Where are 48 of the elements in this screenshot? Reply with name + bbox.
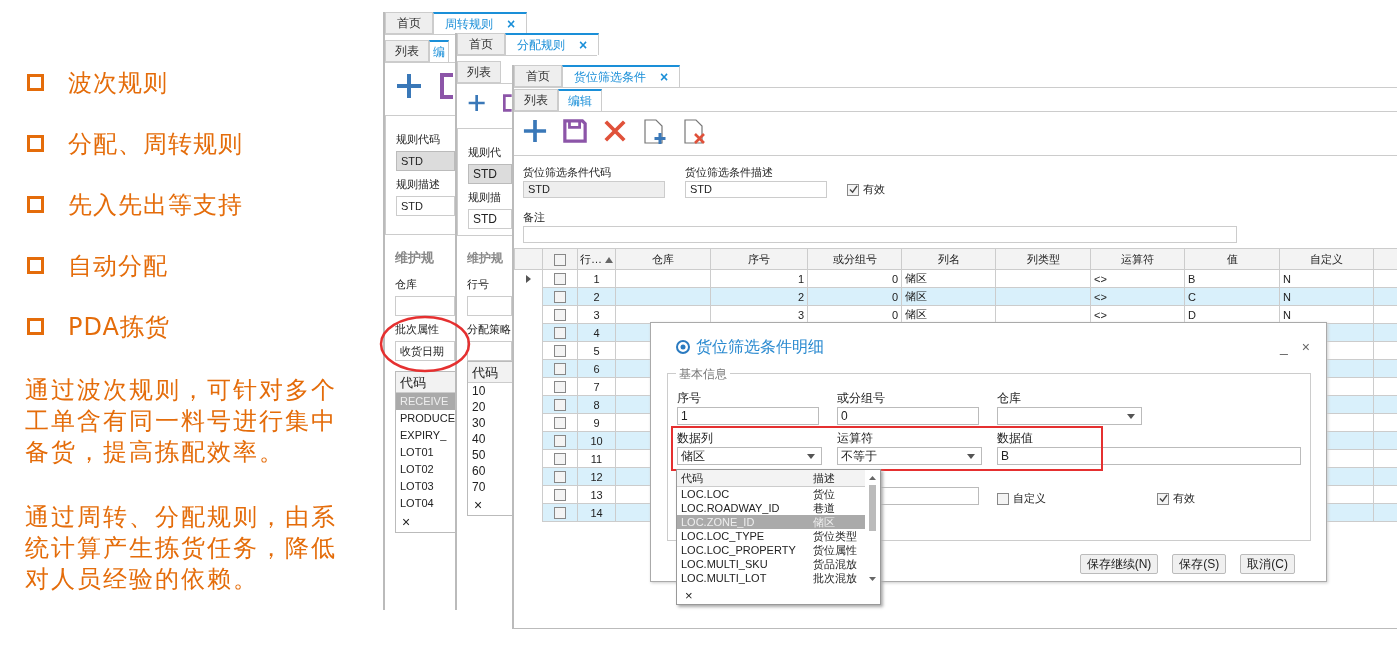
table-cell: 1 — [710, 269, 808, 288]
field-label: 规则描 — [468, 190, 502, 205]
table-cell: 3 — [577, 305, 616, 324]
bullet-text: 波次规则 — [68, 67, 168, 99]
field-label: 规则代码 — [396, 132, 441, 147]
bullet-text: 先入先出等支持 — [68, 189, 243, 221]
table-cell: 5 — [577, 341, 616, 360]
column-header: 代码 — [468, 362, 512, 383]
table-cell: 0 — [807, 269, 902, 288]
field-label: 规则代 — [468, 145, 502, 160]
table-cell: 13 — [577, 485, 616, 504]
field-label: 仓库 — [997, 391, 1021, 405]
section-title: 维护规 — [467, 250, 504, 267]
column-header: 代码 — [396, 372, 455, 393]
checkbox-label: 有效 — [863, 182, 885, 197]
checkbox-label: 自定义 — [1013, 491, 1046, 506]
dialog-title: 货位筛选条件明细 — [696, 336, 825, 357]
bullet-text: PDA拣货 — [68, 311, 170, 343]
column-header: 代码 — [680, 471, 704, 486]
field-label: 行号 — [467, 277, 490, 292]
paragraph: 通过周转、分配规则，由系统计算产生拣货任务，降低对人员经验的依赖。 — [25, 502, 338, 595]
section-title: 维护规 — [395, 249, 435, 267]
field-label: 货位筛选条件描述 — [685, 165, 774, 180]
field-label: 数据值 — [997, 431, 1033, 445]
field-label: 货位筛选条件代码 — [523, 165, 612, 180]
table-cell: 9 — [577, 413, 616, 432]
table-cell: 11 — [577, 449, 616, 468]
column-header: 描述 — [813, 471, 837, 486]
field-label: 运算符 — [837, 431, 873, 445]
checkbox-label: 有效 — [1173, 491, 1195, 506]
table-cell: 1 — [577, 269, 616, 288]
field-label: 序号 — [677, 391, 701, 405]
table-cell: B — [1184, 269, 1280, 288]
paragraph: 通过波次规则，可针对多个工单含有同一料号进行集中备货，提高拣配效率。 — [25, 375, 338, 468]
field-label: 备注 — [523, 210, 546, 225]
table-cell: N — [1279, 269, 1374, 288]
field-label: 或分组号 — [837, 391, 885, 405]
bullet-text: 自动分配 — [68, 250, 168, 282]
field-label: 分配策略 — [467, 322, 512, 337]
table-cell: 储区 — [901, 269, 996, 288]
table-cell: 7 — [577, 377, 616, 396]
section-title: 基本信息 — [676, 366, 730, 383]
field-label: 批次属性 — [395, 322, 440, 337]
field-label: 数据列 — [677, 431, 713, 445]
bullet-text: 分配、周转规则 — [68, 128, 243, 160]
table-cell: <> — [1090, 269, 1185, 288]
field-label: 仓库 — [395, 277, 418, 292]
field-label: 规则描述 — [396, 177, 441, 192]
